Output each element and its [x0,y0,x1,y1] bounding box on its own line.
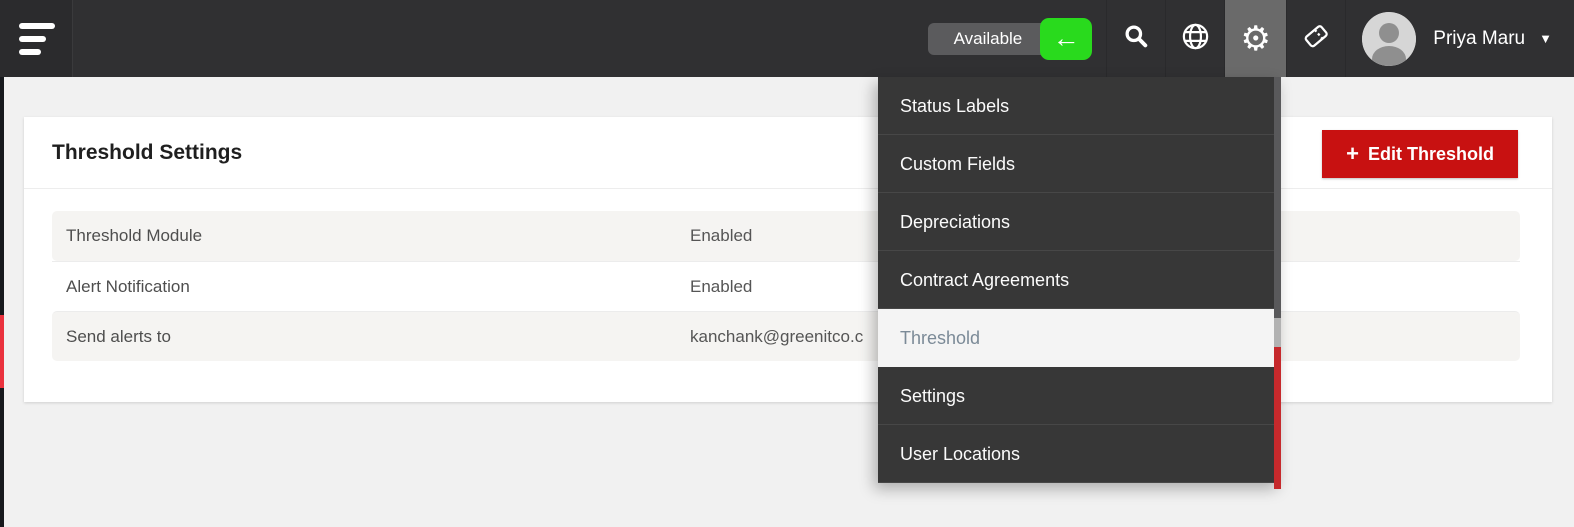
threshold-settings-table: Threshold Module Enabled Alert Notificat… [52,211,1520,361]
asset-status-group: Available ← [927,0,1107,77]
gear-icon: ⚙ [1240,19,1271,58]
settings-dropdown-menu: Status Labels Custom Fields Depreciation… [878,77,1281,489]
menu-item-status-labels[interactable]: Status Labels [878,77,1281,135]
user-name: Priya Maru [1433,27,1526,49]
go-back-button[interactable]: ← [1040,17,1093,60]
status-select[interactable]: Available [927,22,1051,55]
threshold-settings-card: Threshold Settings + Edit Threshold Thre… [24,117,1552,402]
globe-icon [1180,21,1211,57]
top-navbar: Available ← ⚙ Priya Maru ▼ [0,0,1574,77]
user-menu[interactable]: Priya Maru ▼ [1345,0,1574,77]
row-label: Threshold Module [66,226,203,245]
hamburger-icon [19,48,41,55]
row-label: Alert Notification [66,276,190,296]
row-label: Send alerts to [66,326,171,346]
search-icon [1123,23,1149,54]
hamburger-menu-button[interactable] [0,0,73,77]
tickets-button[interactable] [1286,0,1345,77]
hamburger-icon [19,22,55,29]
avatar [1362,11,1417,66]
table-row: Alert Notification Enabled [52,261,1520,311]
hamburger-icon [19,35,46,42]
menu-item-depreciations[interactable]: Depreciations [878,193,1281,251]
table-row: Threshold Module Enabled [52,211,1520,261]
menu-item-contract-agreements[interactable]: Contract Agreements [878,251,1281,309]
left-scrollbar-thumb[interactable] [0,315,4,388]
dropdown-scrollbar-track-dark [1274,77,1281,318]
language-button[interactable] [1165,0,1224,77]
navbar-right-group: Available ← ⚙ Priya Maru ▼ [927,0,1574,77]
edit-threshold-label: Edit Threshold [1368,143,1494,164]
caret-down-icon: ▼ [1539,31,1552,46]
dropdown-scrollbar-thumb[interactable] [1274,347,1281,489]
ticket-icon [1301,21,1331,56]
menu-item-settings[interactable]: Settings [878,367,1281,425]
menu-item-threshold[interactable]: Threshold [878,309,1281,367]
dropdown-scrollbar-track-light [1274,318,1281,347]
search-button[interactable] [1106,0,1165,77]
plus-icon: + [1346,141,1359,166]
menu-item-user-locations[interactable]: User Locations [878,425,1281,483]
dropdown-scrollbar-track [1274,77,1281,489]
settings-menu-button[interactable]: ⚙ [1224,0,1287,77]
page-title: Threshold Settings [52,140,243,164]
menu-item-custom-fields[interactable]: Custom Fields [878,135,1281,193]
edit-threshold-button[interactable]: + Edit Threshold [1322,130,1518,178]
left-arrow-icon: ← [1052,23,1080,53]
table-row: Send alerts to kanchank@greenitco.c [52,311,1520,361]
left-scrollbar-track [0,77,4,527]
